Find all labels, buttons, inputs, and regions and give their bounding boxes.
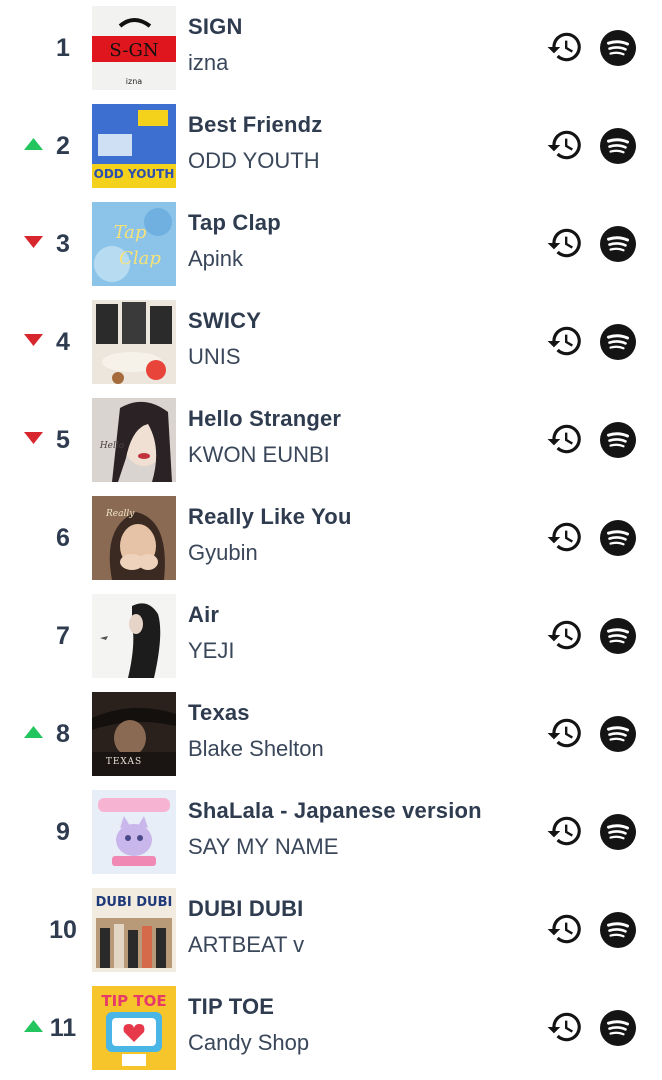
history-icon[interactable] [546,420,584,458]
track-artist[interactable]: ODD YOUTH [188,148,320,174]
album-cover[interactable]: DUBI DUBI [92,888,176,972]
track-artist[interactable]: Apink [188,246,243,272]
track-title[interactable]: DUBI DUBI [188,896,303,922]
trend-down-icon [24,236,43,248]
svg-text:ODD YOUTH: ODD YOUTH [94,167,175,181]
rank-number: 11 [49,1014,77,1042]
spotify-icon[interactable] [600,716,636,752]
album-cover[interactable]: Hello [92,398,176,482]
list-item[interactable]: 8 TEXAS Texas Blake Shelton [0,686,662,784]
track-artist[interactable]: Candy Shop [188,1030,309,1056]
svg-text:DUBI DUBI: DUBI DUBI [96,895,173,910]
history-icon[interactable] [546,518,584,556]
album-cover[interactable]: ODD YOUTH [92,104,176,188]
rank-number: 2 [56,132,70,160]
list-item[interactable]: 10 DUBI DUBI DUBI DUBI ARTBEAT v [0,882,662,980]
track-artist[interactable]: KWON EUNBI [188,442,330,468]
track-title[interactable]: Air [188,602,219,628]
history-icon[interactable] [546,322,584,360]
rank-number: 4 [56,328,70,356]
spotify-icon[interactable] [600,128,636,164]
rank-number: 3 [56,230,70,258]
album-cover[interactable] [92,594,176,678]
track-title[interactable]: SWICY [188,308,261,334]
svg-text:Hello: Hello [99,441,125,451]
album-cover[interactable]: S-GN izna [92,6,176,90]
track-artist[interactable]: izna [188,50,228,76]
list-item[interactable]: 1 S-GN izna SIGN izna [0,0,662,98]
album-cover[interactable] [92,790,176,874]
svg-text:TEXAS: TEXAS [106,757,142,767]
trend-up-icon [24,726,43,738]
track-title[interactable]: Texas [188,700,250,726]
list-item[interactable]: 5 Hello Hello Stranger KWON EUNBI [0,392,662,490]
rank-number: 10 [49,916,77,944]
track-title[interactable]: TIP TOE [188,994,274,1020]
history-icon[interactable] [546,224,584,262]
trend-up-icon [24,1020,43,1032]
history-icon[interactable] [546,812,584,850]
list-item[interactable]: 11 TIP TOE TIP TOE Candy Shop [0,980,662,1078]
rank-number: 8 [56,720,70,748]
list-item[interactable]: 3 Tap Clap Tap Clap Apink [0,196,662,294]
rank-number: 9 [56,818,70,846]
album-cover[interactable]: TEXAS [92,692,176,776]
spotify-icon[interactable] [600,1010,636,1046]
spotify-icon[interactable] [600,422,636,458]
track-title[interactable]: Really Like You [188,504,352,530]
history-icon[interactable] [546,910,584,948]
rank-number: 5 [56,426,70,454]
trend-down-icon [24,334,43,346]
track-artist[interactable]: ARTBEAT v [188,932,304,958]
svg-text:Really: Really [105,509,135,519]
track-artist[interactable]: YEJI [188,638,234,664]
track-title[interactable]: Best Friendz [188,112,322,138]
trend-up-icon [24,138,43,150]
chart-list: 1 S-GN izna SIGN izna 2 ODD YOUTH Best F… [0,0,662,1080]
svg-text:Clap: Clap [119,248,161,269]
track-artist[interactable]: SAY MY NAME [188,834,338,860]
svg-text:TIP TOE: TIP TOE [101,992,166,1010]
svg-text:S-GN: S-GN [109,40,158,61]
spotify-icon[interactable] [600,520,636,556]
track-artist[interactable]: UNIS [188,344,241,370]
history-icon[interactable] [546,28,584,66]
album-cover[interactable]: Really [92,496,176,580]
spotify-icon[interactable] [600,814,636,850]
svg-text:Tap: Tap [114,222,147,243]
rank-number: 6 [56,524,70,552]
list-item[interactable]: 2 ODD YOUTH Best Friendz ODD YOUTH [0,98,662,196]
spotify-icon[interactable] [600,912,636,948]
history-icon[interactable] [546,616,584,654]
trend-down-icon [24,432,43,444]
album-cover[interactable]: TIP TOE [92,986,176,1070]
track-title[interactable]: Hello Stranger [188,406,341,432]
rank-number: 1 [56,34,70,62]
rank-number: 7 [56,622,70,650]
spotify-icon[interactable] [600,324,636,360]
spotify-icon[interactable] [600,30,636,66]
list-item[interactable]: 9 ShaLala - Japanese version SAY MY NAME [0,784,662,882]
track-title[interactable]: Tap Clap [188,210,281,236]
spotify-icon[interactable] [600,618,636,654]
track-artist[interactable]: Gyubin [188,540,258,566]
history-icon[interactable] [546,1008,584,1046]
album-cover[interactable]: Tap Clap [92,202,176,286]
history-icon[interactable] [546,126,584,164]
track-artist[interactable]: Blake Shelton [188,736,324,762]
list-item[interactable]: 7 Air YEJI [0,588,662,686]
track-title[interactable]: ShaLala - Japanese version [188,798,482,824]
list-item[interactable]: 4 SWICY UNIS [0,294,662,392]
album-cover[interactable] [92,300,176,384]
track-title[interactable]: SIGN [188,14,243,40]
spotify-icon[interactable] [600,226,636,262]
list-item[interactable]: 6 Really Really Like You Gyubin [0,490,662,588]
svg-text:izna: izna [126,77,142,86]
history-icon[interactable] [546,714,584,752]
